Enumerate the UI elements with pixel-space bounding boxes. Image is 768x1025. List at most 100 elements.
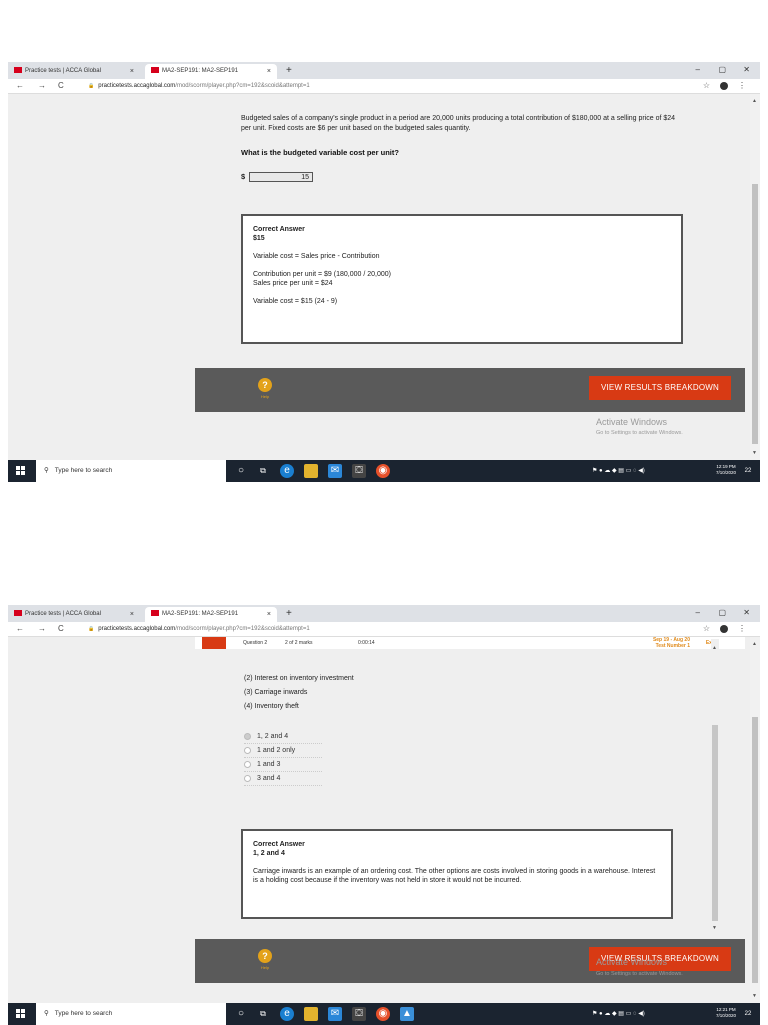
- forward-icon[interactable]: →: [38, 79, 46, 93]
- scrollbar-thumb[interactable]: [752, 717, 758, 983]
- close-window-icon[interactable]: ✕: [743, 63, 750, 77]
- explanation-line: Variable cost = $15 (24 - 9): [253, 298, 338, 305]
- scroll-up-icon[interactable]: ▲: [752, 641, 757, 647]
- edge-icon[interactable]: e: [280, 464, 294, 478]
- system-tray-icons[interactable]: ⚑ ● ☁ ◆ ▤ ▭ ◌ ◀): [592, 460, 645, 482]
- scroll-down-icon[interactable]: ▼: [752, 993, 757, 999]
- mail-icon[interactable]: ✉: [328, 464, 342, 478]
- task-view-icon[interactable]: ⧉: [256, 464, 270, 478]
- cortana-icon[interactable]: ○: [234, 1007, 248, 1021]
- forward-icon[interactable]: →: [38, 622, 46, 636]
- profile-avatar[interactable]: [720, 625, 728, 633]
- back-icon[interactable]: ←: [16, 79, 24, 93]
- scroll-up-icon[interactable]: ▲: [752, 98, 757, 104]
- back-icon[interactable]: ←: [16, 622, 24, 636]
- edge-icon[interactable]: e: [280, 1007, 294, 1021]
- radio-icon[interactable]: [244, 732, 251, 740]
- file-explorer-icon[interactable]: [304, 1007, 318, 1021]
- file-explorer-icon[interactable]: [304, 464, 318, 478]
- tab-ma2[interactable]: MA2-SEP191: MA2-SEP191 ×: [145, 607, 277, 622]
- footer-bar: ? Help VIEW RESULTS BREAKDOWN: [195, 368, 745, 412]
- help-icon[interactable]: ?: [258, 949, 272, 963]
- tab-close-icon[interactable]: ×: [130, 607, 134, 622]
- bookmark-star-icon[interactable]: ☆: [703, 79, 710, 93]
- scroll-up-icon[interactable]: ▲: [712, 645, 717, 651]
- statement-item: (3) Carriage inwards: [244, 689, 308, 696]
- scrollbar-thumb[interactable]: [752, 184, 758, 444]
- answer-option[interactable]: 1, 2 and 4: [244, 731, 322, 744]
- url-path: /mod/scorm/player.php?cm=192&scoid&attem…: [175, 83, 310, 89]
- scroll-down-icon[interactable]: ▼: [712, 925, 717, 931]
- tab-strip: Practice tests | ACCA Global × MA2-SEP19…: [8, 62, 760, 79]
- taskbar-clock[interactable]: 12:19 PM 7/10/2020: [716, 464, 736, 476]
- activate-windows-title: Activate Windows: [596, 417, 668, 427]
- tab-label: MA2-SEP191: MA2-SEP191: [162, 68, 239, 74]
- bookmark-star-icon[interactable]: ☆: [703, 622, 710, 636]
- windows-start-icon[interactable]: [16, 1009, 26, 1019]
- store-icon[interactable]: ⛋: [352, 1007, 366, 1021]
- answer-input[interactable]: 15: [249, 172, 313, 182]
- minimize-icon[interactable]: –: [696, 606, 700, 620]
- tab-strip: Practice tests | ACCA Global × MA2-SEP19…: [8, 605, 760, 622]
- activate-windows-subtitle: Go to Settings to activate Windows.: [596, 430, 683, 436]
- maximize-icon[interactable]: ▢: [718, 606, 726, 620]
- tab-ma2[interactable]: MA2-SEP191: MA2-SEP191 ×: [145, 64, 277, 79]
- browser-menu-icon[interactable]: ⋮: [738, 79, 746, 93]
- url-field[interactable]: 🔒 practicetests.accaglobal.com/mod/scorm/…: [88, 622, 310, 636]
- minimize-icon[interactable]: –: [696, 63, 700, 77]
- chrome-icon[interactable]: ◉: [376, 1007, 390, 1021]
- task-view-icon[interactable]: ⧉: [256, 1007, 270, 1021]
- radio-icon[interactable]: [244, 760, 251, 768]
- profile-avatar[interactable]: [720, 82, 728, 90]
- tab-practice-tests[interactable]: Practice tests | ACCA Global ×: [8, 607, 140, 622]
- tab-close-icon[interactable]: ×: [130, 64, 134, 79]
- question-scrollbar[interactable]: ▲ ▼: [711, 639, 719, 935]
- tab-close-icon[interactable]: ×: [267, 64, 271, 79]
- windows-start-icon[interactable]: [16, 466, 26, 476]
- notification-center-icon[interactable]: 22: [742, 465, 754, 477]
- photos-icon[interactable]: ▲: [400, 1007, 414, 1021]
- activate-windows-title: Activate Windows: [596, 957, 668, 967]
- page-scrollbar[interactable]: ▲ ▼: [750, 637, 760, 1003]
- tab-close-icon[interactable]: ×: [267, 607, 271, 622]
- address-bar: ← → C 🔒 practicetests.accaglobal.com/mod/…: [8, 622, 760, 637]
- question-banner: Question 2 2 of 2 marks 0:00:14 Sep 19 -…: [195, 637, 745, 649]
- taskbar-search-input[interactable]: ⚲ Type here to search: [36, 1003, 226, 1025]
- new-tab-button[interactable]: +: [286, 64, 292, 78]
- browser-menu-icon[interactable]: ⋮: [738, 622, 746, 636]
- notification-center-icon[interactable]: 22: [742, 1008, 754, 1020]
- question-scrollbar-thumb[interactable]: [712, 725, 718, 921]
- screenshot-1: Practice tests | ACCA Global × MA2-SEP19…: [8, 62, 760, 482]
- taskbar-search-input[interactable]: ⚲ Type here to search: [36, 460, 226, 482]
- chrome-icon[interactable]: ◉: [376, 464, 390, 478]
- reload-icon[interactable]: C: [58, 622, 64, 636]
- correct-answer-value: $15: [253, 235, 265, 242]
- help-icon[interactable]: ?: [258, 378, 272, 392]
- radio-icon[interactable]: [244, 746, 251, 754]
- system-tray-icons[interactable]: ⚑ ● ☁ ◆ ▤ ▭ ◌ ◀): [592, 1003, 645, 1025]
- tab-practice-tests[interactable]: Practice tests | ACCA Global ×: [8, 64, 140, 79]
- scroll-down-icon[interactable]: ▼: [752, 450, 757, 456]
- answer-option[interactable]: 1 and 3: [244, 759, 322, 772]
- store-icon[interactable]: ⛋: [352, 464, 366, 478]
- answer-option[interactable]: 1 and 2 only: [244, 745, 322, 758]
- mail-icon[interactable]: ✉: [328, 1007, 342, 1021]
- page-scrollbar[interactable]: ▲ ▼: [750, 94, 760, 460]
- view-results-button[interactable]: VIEW RESULTS BREAKDOWN: [589, 376, 731, 400]
- taskbar-clock[interactable]: 12:21 PM 7/10/2020: [716, 1007, 736, 1019]
- help-label[interactable]: Help: [258, 965, 272, 970]
- tab-label: Practice tests | ACCA Global: [25, 611, 101, 617]
- maximize-icon[interactable]: ▢: [718, 63, 726, 77]
- cortana-icon[interactable]: ○: [234, 464, 248, 478]
- new-tab-button[interactable]: +: [286, 607, 292, 621]
- radio-icon[interactable]: [244, 774, 251, 782]
- clock-date: 7/10/2020: [715, 470, 736, 475]
- reload-icon[interactable]: C: [58, 79, 64, 93]
- search-placeholder: Type here to search: [54, 467, 113, 474]
- url-field[interactable]: 🔒 practicetests.accaglobal.com/mod/scorm/…: [88, 79, 310, 93]
- explanation-line: Contribution per unit = $9 (180,000 / 20…: [253, 271, 391, 278]
- answer-option[interactable]: 3 and 4: [244, 773, 322, 786]
- close-window-icon[interactable]: ✕: [743, 606, 750, 620]
- help-label[interactable]: Help: [258, 394, 272, 399]
- option-label: 3 and 4: [257, 775, 281, 782]
